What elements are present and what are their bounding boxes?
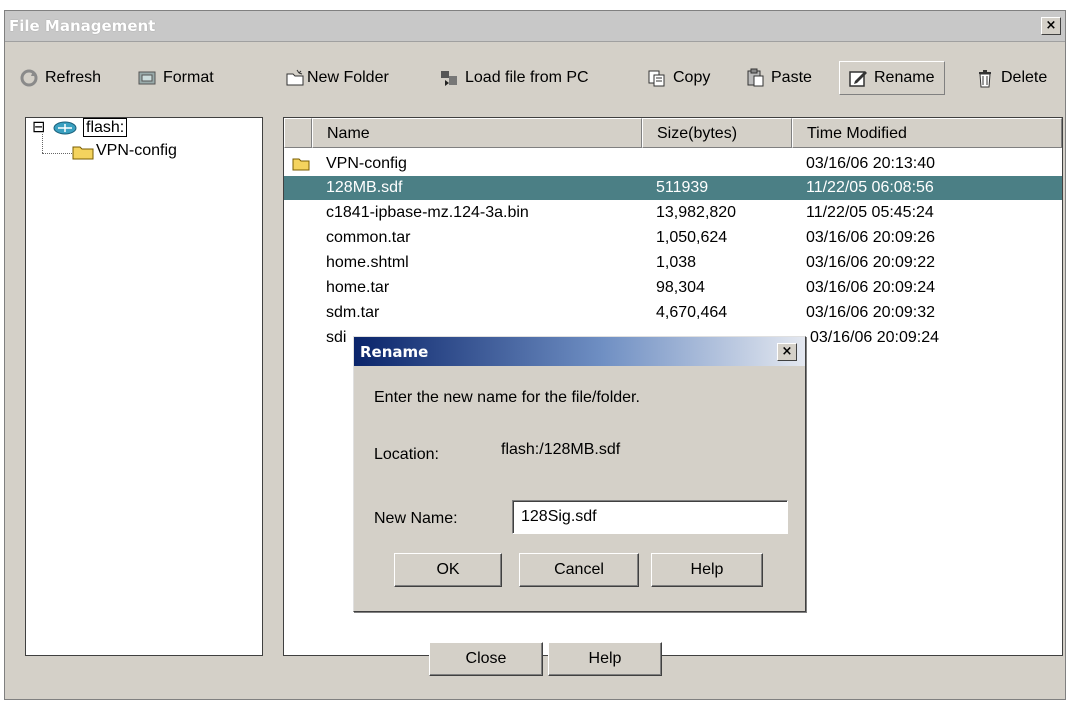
cell-name: c1841-ipbase-mz.124-3a.bin — [326, 204, 529, 221]
cell-size: 1,038 — [656, 254, 697, 271]
cell-name: 128MB.sdf — [326, 179, 403, 196]
folder-tree[interactable]: ⊟ flash: VPN-config — [25, 117, 263, 656]
rename-dialog: Rename × Enter the new name for the file… — [353, 336, 806, 612]
load-file-label: Load file from PC — [465, 69, 589, 86]
new-folder-label: New Folder — [307, 69, 389, 86]
rename-dialog-title: Rename — [360, 343, 429, 361]
copy-icon — [648, 70, 665, 87]
new-name-input[interactable]: 128Sig.sdf — [512, 500, 788, 534]
dialog-help-button[interactable]: Help — [651, 553, 763, 587]
rename-label: Rename — [874, 69, 935, 86]
header-icon-column[interactable] — [284, 118, 312, 148]
cell-size: 511939 — [656, 179, 709, 196]
paste-icon — [747, 68, 764, 87]
folder-icon — [292, 158, 310, 171]
cell-time: 03/16/06 20:13:40 — [806, 155, 936, 172]
cell-name: home.tar — [326, 279, 390, 296]
refresh-button[interactable]: Refresh — [19, 63, 101, 93]
router-icon — [53, 121, 77, 135]
cell-name: home.shtml — [326, 254, 409, 271]
cell-size: 13,982,820 — [656, 204, 737, 221]
new-name-label: New Name: — [374, 510, 458, 527]
location-value: flash:/128MB.sdf — [501, 441, 621, 458]
cell-name: sdi — [326, 329, 347, 346]
window-title: File Management — [9, 17, 156, 35]
delete-button[interactable]: Delete — [975, 63, 1047, 93]
trash-icon — [979, 70, 991, 88]
cell-time: 03/16/06 20:09:26 — [806, 229, 936, 246]
table-row-selected[interactable]: 128MB.sdf 511939 11/22/05 06:08:56 — [284, 176, 1062, 200]
format-label: Format — [163, 69, 214, 86]
new-folder-button[interactable]: New Folder — [285, 63, 389, 93]
table-row[interactable]: common.tar 1,050,624 03/16/06 20:09:26 — [284, 226, 1062, 250]
cell-time: 03/16/06 20:09:24 — [810, 329, 940, 346]
load-file-button[interactable]: Load file from PC — [439, 63, 589, 93]
header-name[interactable]: Name — [312, 118, 642, 148]
tree-root-flash[interactable]: flash: — [83, 118, 128, 137]
load-file-icon — [441, 71, 457, 86]
tree-item-vpn-config[interactable]: VPN-config — [96, 142, 177, 160]
paste-label: Paste — [771, 69, 812, 86]
cell-size: 98,304 — [656, 279, 705, 296]
copy-label: Copy — [673, 69, 711, 86]
rename-button[interactable]: Rename — [839, 61, 946, 95]
cell-size: 1,050,624 — [656, 229, 728, 246]
format-icon — [138, 71, 156, 85]
cell-name: sdm.tar — [326, 304, 380, 321]
cell-time: 03/16/06 20:09:22 — [806, 254, 936, 271]
close-button[interactable]: Close — [429, 642, 543, 676]
rename-icon — [849, 71, 867, 87]
cancel-button[interactable]: Cancel — [519, 553, 639, 587]
refresh-icon — [20, 69, 38, 87]
format-button[interactable]: Format — [137, 63, 214, 93]
help-button[interactable]: Help — [548, 642, 662, 676]
window-close-button[interactable]: × — [1041, 17, 1061, 35]
tree-line — [42, 153, 72, 155]
cell-time: 11/22/05 05:45:24 — [806, 204, 934, 221]
file-list-header: Name Size(bytes) Time Modified — [284, 118, 1062, 150]
new-folder-icon — [286, 69, 304, 86]
tree-line — [42, 134, 44, 153]
cell-time: 11/22/05 06:08:56 — [806, 179, 934, 196]
cell-time: 03/16/06 20:09:24 — [806, 279, 936, 296]
delete-label: Delete — [1001, 69, 1048, 86]
ok-button[interactable]: OK — [394, 553, 502, 587]
header-time-modified[interactable]: Time Modified — [792, 118, 1062, 148]
location-label: Location: — [374, 446, 439, 463]
paste-button[interactable]: Paste — [745, 63, 812, 93]
cell-time: 03/16/06 20:09:32 — [806, 304, 936, 321]
table-row[interactable]: home.shtml 1,038 03/16/06 20:09:22 — [284, 251, 1062, 275]
cell-size: 4,670,464 — [656, 304, 728, 321]
cell-name: VPN-config — [326, 155, 407, 172]
window-titlebar[interactable]: File Management × — [5, 11, 1065, 42]
dialog-close-button[interactable]: × — [777, 343, 797, 361]
table-row[interactable]: sdm.tar 4,670,464 03/16/06 20:09:32 — [284, 301, 1062, 325]
rename-prompt: Enter the new name for the file/folder. — [374, 389, 640, 406]
table-row[interactable]: home.tar 98,304 03/16/06 20:09:24 — [284, 276, 1062, 300]
cell-name: common.tar — [326, 229, 411, 246]
refresh-label: Refresh — [45, 69, 102, 86]
rename-dialog-titlebar[interactable]: Rename × — [354, 337, 805, 366]
copy-button[interactable]: Copy — [647, 63, 710, 93]
header-size[interactable]: Size(bytes) — [642, 118, 792, 148]
table-row[interactable]: VPN-config 03/16/06 20:13:40 — [284, 152, 1062, 176]
table-row[interactable]: c1841-ipbase-mz.124-3a.bin 13,982,820 11… — [284, 201, 1062, 225]
folder-icon — [72, 146, 94, 160]
